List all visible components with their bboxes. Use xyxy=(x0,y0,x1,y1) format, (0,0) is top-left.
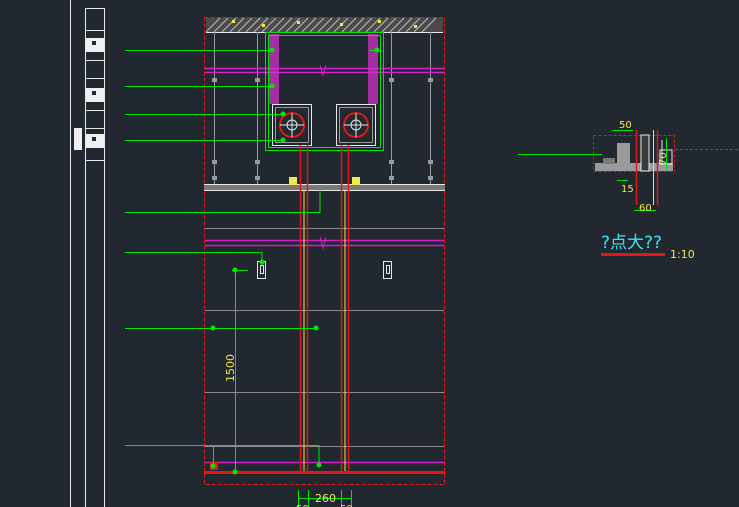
detail-dim-side-70: 70 xyxy=(658,152,669,165)
hanger-rods xyxy=(214,32,431,184)
leader-lines xyxy=(125,50,602,472)
track-box-left xyxy=(272,104,312,146)
detail-dim-top-50: 50 xyxy=(619,120,632,131)
rod-clips xyxy=(212,78,433,180)
dim-bottom-260: 260 xyxy=(315,492,336,505)
section-markers xyxy=(74,38,104,150)
detail-section xyxy=(593,130,675,211)
detail-scale: 1:10 xyxy=(670,248,695,261)
detail-title: ?点大?? xyxy=(601,233,662,253)
magenta-lines xyxy=(205,67,444,464)
ceiling-slab xyxy=(205,17,443,33)
door-leaves xyxy=(299,145,350,472)
ceiling-board xyxy=(204,177,445,191)
track-box-right xyxy=(336,104,376,146)
break-marks xyxy=(319,64,327,250)
panel-lines xyxy=(205,228,444,447)
dim-vertical-1500: 1500 xyxy=(224,354,237,382)
left-frame xyxy=(70,0,105,507)
door-handles xyxy=(257,261,392,279)
elevation-outline xyxy=(204,17,445,485)
detail-dim-small-15: 15 xyxy=(621,184,634,195)
detail-dim-bottom-60: 60 xyxy=(639,203,652,214)
section-marker-notches xyxy=(92,41,96,141)
cad-drawing: 1500 260 50 50 50 70 15 60 ?点大?? 1:10 xyxy=(70,0,739,507)
